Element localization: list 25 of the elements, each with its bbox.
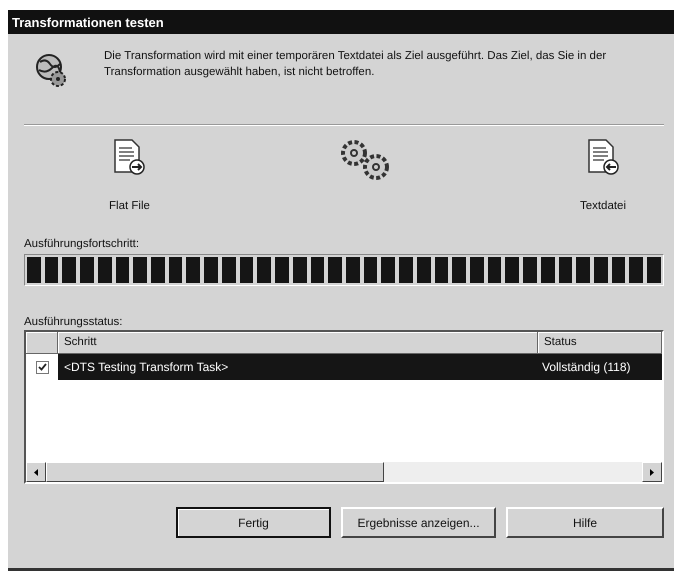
column-header[interactable]: Schritt (58, 332, 538, 354)
scrollbar-thumb[interactable] (46, 462, 384, 482)
list-row[interactable]: <DTS Testing Transform Task> Vollständig (118) (26, 354, 662, 380)
window-title: Transformationen testen (12, 14, 164, 30)
destination-label: Textdatei (580, 200, 626, 212)
description-text: Die Transformation wird mit einer temporären Textdatei als Ziel ausgeführt. Das Ziel, das Sie in der Transformation ausgewählt haben, ist nicht betroffen. (104, 49, 608, 80)
left-arrow-icon (34, 468, 38, 476)
globe-gear-icon (34, 52, 68, 88)
status-label: Ausführungsstatus: (24, 316, 124, 328)
horizontal-scrollbar[interactable] (26, 462, 662, 482)
checkbox[interactable] (36, 360, 48, 374)
status-cell: Vollständig (118) (538, 354, 662, 380)
dialog-button[interactable]: Fertig (176, 507, 331, 538)
progress-label: Ausführungsfortschritt: (24, 238, 140, 250)
scroll-right-button[interactable] (642, 462, 662, 482)
file-arrow-icon (112, 138, 146, 176)
dialog-button[interactable]: Ergebnisse anzeigen... (341, 507, 496, 538)
column-header[interactable] (26, 332, 58, 354)
scroll-left-button[interactable] (26, 462, 46, 482)
right-arrow-icon (650, 468, 654, 476)
column-header[interactable]: Status (538, 332, 662, 354)
source-label: Flat File (109, 200, 150, 212)
step-cell: <DTS Testing Transform Task> (58, 354, 538, 380)
file-arrow-icon (586, 138, 620, 176)
dialog-button[interactable]: Hilfe (506, 507, 664, 538)
